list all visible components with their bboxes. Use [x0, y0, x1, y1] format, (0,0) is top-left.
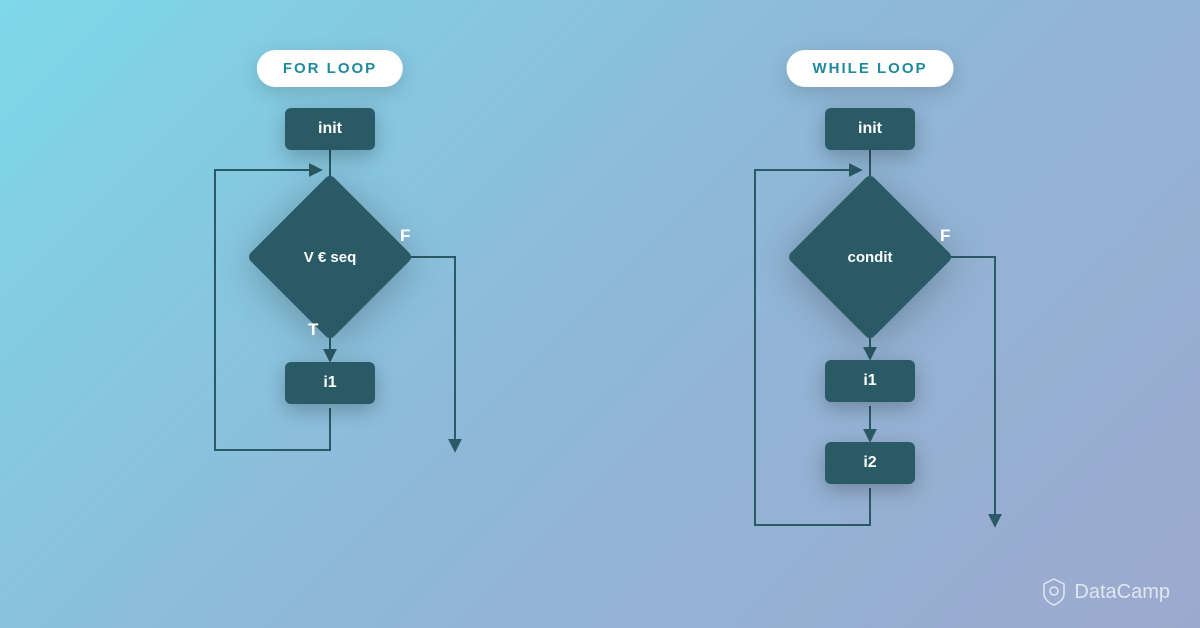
for-false-label: F	[400, 226, 410, 246]
for-condition-diamond: V € seq	[271, 198, 389, 316]
for-init-box: init	[285, 108, 375, 150]
while-false-label: F	[940, 226, 950, 246]
while-loop-flowchart: WHILE LOOP init condit F i1 i2	[700, 50, 1040, 570]
brand-text: DataCamp	[1074, 581, 1170, 604]
for-i1-box: i1	[285, 362, 375, 404]
while-condition-text: condit	[811, 198, 929, 316]
while-i2-box: i2	[825, 442, 915, 484]
datacamp-logo: DataCamp	[1042, 578, 1170, 606]
diagram-container: FOR LOOP init V € seq T F i1	[0, 0, 1200, 570]
shield-icon	[1042, 578, 1066, 606]
while-init-box: init	[825, 108, 915, 150]
for-true-label: T	[308, 320, 318, 340]
while-condition-diamond: condit	[811, 198, 929, 316]
while-loop-title-pill: WHILE LOOP	[787, 50, 954, 87]
for-loop-flowchart: FOR LOOP init V € seq T F i1	[160, 50, 500, 570]
for-condition-text: V € seq	[271, 198, 389, 316]
while-i1-box: i1	[825, 360, 915, 402]
for-loop-title-pill: FOR LOOP	[257, 50, 403, 87]
